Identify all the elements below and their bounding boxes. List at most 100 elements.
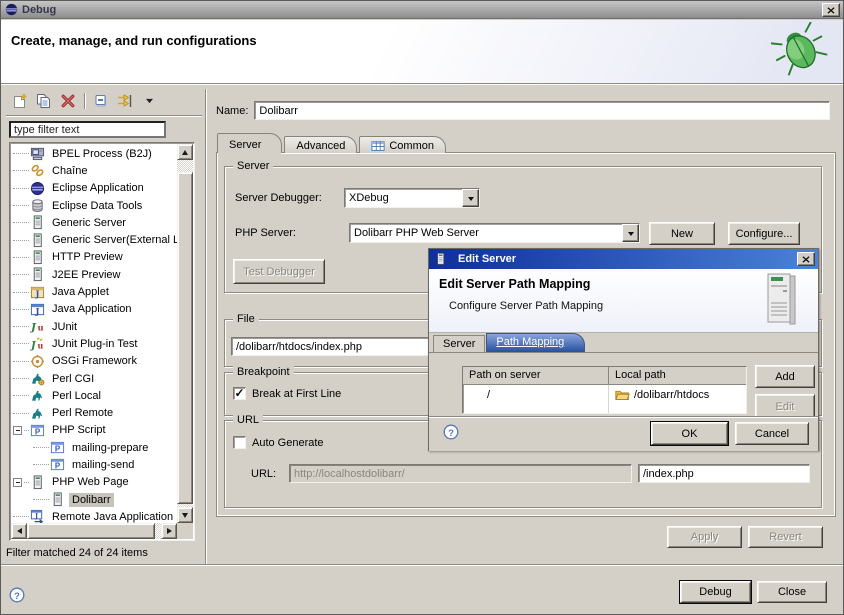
- tree-item-remote-java-application[interactable]: JRemote Java Application: [11, 508, 177, 523]
- server-icon: [30, 475, 46, 490]
- tree-item-dolibarr[interactable]: Dolibarr: [11, 491, 177, 508]
- svg-text:J: J: [34, 513, 38, 520]
- base-url-input: [289, 464, 632, 483]
- tree-item-label: JUnit: [49, 320, 80, 334]
- tree-item-php-script[interactable]: PPHP Script: [11, 422, 177, 439]
- dialog-help-icon[interactable]: ?: [443, 424, 459, 440]
- url-path-input[interactable]: [638, 464, 810, 483]
- dialog-header: Edit Server Path Mapping Configure Serve…: [429, 269, 818, 333]
- tree-item-mailing-send[interactable]: Pmailing-send: [11, 456, 177, 473]
- server-icon: [30, 267, 46, 282]
- tree-item-label: J2EE Preview: [49, 268, 123, 282]
- tab-common[interactable]: Common: [359, 136, 446, 153]
- cancel-button[interactable]: Cancel: [735, 422, 809, 445]
- server-debugger-select[interactable]: XDebug: [344, 188, 480, 208]
- close-button[interactable]: Close: [757, 581, 827, 603]
- vertical-scrollbar-thumb[interactable]: [177, 172, 193, 504]
- test-debugger-button[interactable]: Test Debugger: [233, 259, 325, 284]
- dialog-heading: Edit Server Path Mapping: [439, 277, 590, 291]
- dropdown-button[interactable]: [462, 189, 479, 207]
- junit-plugin-icon: Ju: [30, 336, 46, 351]
- new-server-button[interactable]: New: [649, 222, 715, 245]
- collapse-all-button[interactable]: [89, 90, 113, 112]
- filter-configurations-button[interactable]: [113, 90, 137, 112]
- debug-button[interactable]: Debug: [680, 581, 751, 603]
- tree-item-bpel-process-b2j[interactable]: BPEL Process (B2J): [11, 145, 177, 162]
- configure-server-button[interactable]: Configure...: [728, 222, 800, 245]
- tree-item-perl-remote[interactable]: Perl Remote: [11, 404, 177, 421]
- tree-item-label: Chaîne: [49, 164, 90, 178]
- tree-item-php-web-page[interactable]: PHP Web Page: [11, 474, 177, 491]
- database-icon: [30, 198, 46, 213]
- tree-item-http-preview[interactable]: HTTP Preview: [11, 249, 177, 266]
- break-first-line-label: Break at First Line: [252, 388, 341, 400]
- new-configuration-button[interactable]: [8, 90, 32, 112]
- svg-text:P: P: [35, 427, 41, 436]
- help-icon[interactable]: ?: [9, 587, 25, 603]
- tree-item-j2ee-preview[interactable]: J2EE Preview: [11, 266, 177, 283]
- column-path-on-server[interactable]: Path on server: [463, 367, 609, 385]
- horizontal-scrollbar-thumb[interactable]: [27, 523, 155, 539]
- tree-item-label: PHP Web Page: [49, 475, 132, 489]
- folder-icon: [615, 389, 630, 401]
- filter-input[interactable]: [9, 121, 166, 138]
- perl-icon: [30, 406, 46, 421]
- column-local-path[interactable]: Local path: [609, 367, 747, 385]
- tab-advanced[interactable]: Advanced: [284, 136, 357, 153]
- path-mapping-row[interactable]: //dolibarr/htdocs: [463, 385, 746, 402]
- tree-item-eclipse-application[interactable]: Eclipse Application: [11, 180, 177, 197]
- window-close-button[interactable]: [822, 3, 840, 17]
- apply-button[interactable]: Apply: [667, 526, 742, 548]
- tree-horizontal-scrollbar[interactable]: [11, 523, 177, 539]
- panel-divider: [205, 89, 206, 564]
- chain-icon: [30, 163, 46, 178]
- dialog-titlebar[interactable]: Edit Server: [429, 249, 818, 269]
- tree-vertical-scrollbar[interactable]: [177, 144, 193, 523]
- dialog-tab-path-mapping[interactable]: Path Mapping: [486, 333, 585, 352]
- configurations-sidebar: BPEL Process (B2J) Chaîne Eclipse Applicat…: [6, 89, 202, 565]
- tree-item-perl-cgi[interactable]: Perl CGI: [11, 370, 177, 387]
- dialog-close-button[interactable]: [797, 252, 815, 266]
- ok-button[interactable]: OK: [651, 422, 728, 445]
- tree-item-cha-ne[interactable]: Chaîne: [11, 162, 177, 179]
- scrollbar-corner: [177, 523, 193, 539]
- tree-item-generic-server[interactable]: Generic Server: [11, 214, 177, 231]
- edit-mapping-button[interactable]: Edit: [755, 394, 815, 416]
- auto-generate-checkbox[interactable]: [233, 436, 246, 449]
- dialog-tab-server[interactable]: Server: [433, 335, 485, 352]
- name-input[interactable]: [254, 101, 830, 120]
- tree-item-label: OSGi Framework: [49, 354, 140, 368]
- filter-menu-dropdown[interactable]: [137, 90, 161, 112]
- tree-collapse-icon[interactable]: [13, 478, 22, 487]
- scroll-right-button[interactable]: [161, 523, 177, 539]
- break-first-line-checkbox[interactable]: [233, 387, 246, 400]
- revert-button[interactable]: Revert: [748, 526, 823, 548]
- dropdown-button[interactable]: [622, 224, 639, 242]
- window-titlebar[interactable]: Debug: [1, 1, 843, 19]
- tree-collapse-icon[interactable]: [13, 426, 22, 435]
- tree-item-java-applet[interactable]: JJava Applet: [11, 283, 177, 300]
- scroll-down-button[interactable]: [177, 507, 193, 523]
- edit-server-dialog: Edit Server Edit Server Path Mapping Con…: [428, 248, 819, 451]
- tree-item-perl-local[interactable]: Perl Local: [11, 387, 177, 404]
- apply-revert-row: Apply Revert: [216, 526, 836, 548]
- toolbar-separator: [84, 93, 85, 109]
- add-mapping-button[interactable]: Add: [755, 365, 815, 388]
- duplicate-configuration-button[interactable]: [32, 90, 56, 112]
- junit-icon: Ju: [30, 319, 46, 334]
- tab-server[interactable]: Server: [217, 133, 282, 153]
- delete-configuration-button[interactable]: [56, 90, 80, 112]
- tree-item-junit[interactable]: JuJUnit: [11, 318, 177, 335]
- svg-text:?: ?: [14, 591, 20, 602]
- scroll-left-button[interactable]: [11, 523, 27, 539]
- tree-item-junit-plug-in-test[interactable]: JuJUnit Plug-in Test: [11, 335, 177, 352]
- tree-item-label: Perl Remote: [49, 406, 116, 420]
- php-server-select[interactable]: Dolibarr PHP Web Server: [349, 223, 640, 243]
- tree-item-generic-server-external-la[interactable]: Generic Server(External La: [11, 231, 177, 248]
- php-server-label: PHP Server:: [235, 227, 296, 239]
- tree-item-java-application[interactable]: JJava Application: [11, 301, 177, 318]
- tree-item-osgi-framework[interactable]: OSGi Framework: [11, 353, 177, 370]
- tree-item-eclipse-data-tools[interactable]: Eclipse Data Tools: [11, 197, 177, 214]
- scroll-up-button[interactable]: [177, 144, 193, 160]
- tree-item-mailing-prepare[interactable]: Pmailing-prepare: [11, 439, 177, 456]
